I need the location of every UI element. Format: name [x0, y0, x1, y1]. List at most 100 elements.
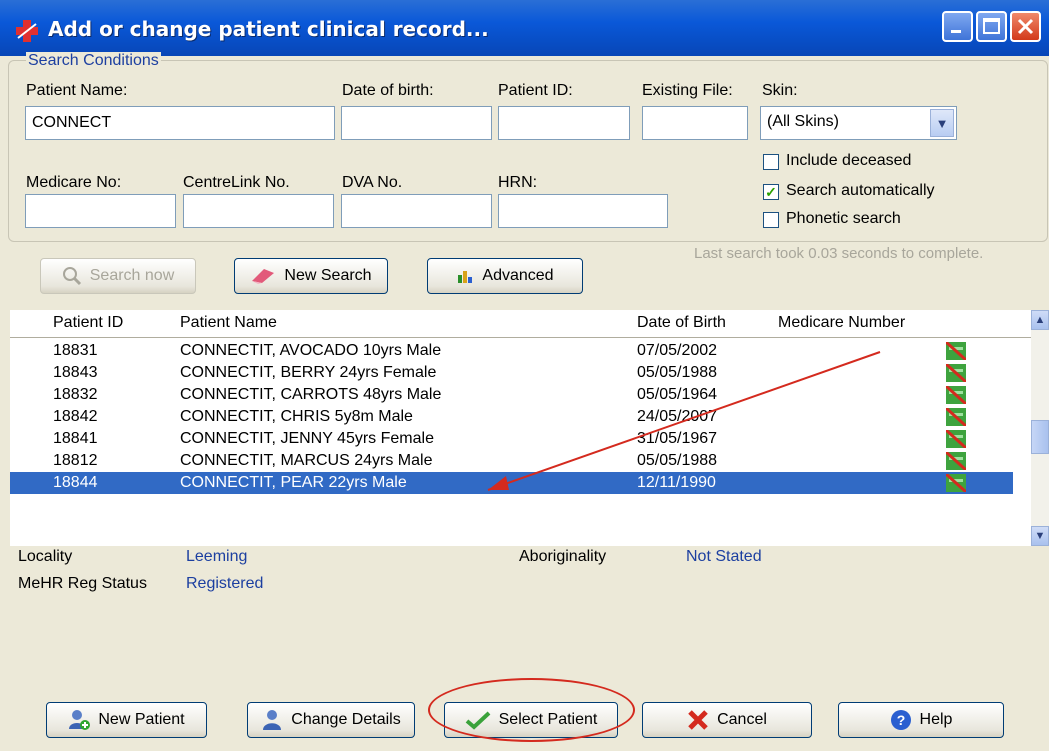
chevron-down-icon[interactable]: ▼ [930, 109, 954, 137]
cancel-button[interactable]: Cancel [642, 702, 812, 738]
cell-dob: 24/05/2007 [637, 408, 718, 425]
no-record-flag-icon [946, 342, 966, 360]
scroll-thumb[interactable] [1031, 420, 1049, 454]
skin-select[interactable]: (All Skins) ▼ [760, 106, 957, 140]
cell-dob: 12/11/1990 [637, 474, 716, 491]
app-icon [16, 20, 38, 42]
maximize-button[interactable] [976, 11, 1007, 42]
chevron-up-icon: ▲ [1034, 314, 1046, 326]
medicare-input[interactable] [25, 194, 176, 228]
select-patient-button[interactable]: Select Patient [444, 702, 618, 738]
change-details-label: Change Details [291, 711, 401, 728]
cell-dob: 07/05/2002 [637, 342, 718, 359]
patient-id-input[interactable] [498, 106, 630, 140]
locality-value: Leeming [186, 548, 248, 565]
checkmark-icon [465, 711, 490, 730]
patient-results-table: Patient ID Patient Name Date of Birth Me… [10, 310, 1032, 546]
skin-select-value: (All Skins) [767, 113, 840, 130]
dva-label: DVA No. [342, 174, 403, 191]
search-now-button[interactable]: Search now [40, 258, 196, 294]
advanced-label: Advanced [482, 267, 554, 284]
new-patient-button[interactable]: New Patient [46, 702, 207, 738]
cell-patient-name: CONNECTIT, CHRIS 5y8m Male [180, 408, 413, 425]
scroll-down-button[interactable]: ▼ [1031, 526, 1049, 546]
cell-patient-id: 18842 [53, 408, 98, 425]
aboriginality-label: Aboriginality [519, 548, 607, 565]
cell-patient-name: CONNECTIT, BERRY 24yrs Female [180, 364, 437, 381]
cell-patient-id: 18841 [53, 430, 98, 447]
cell-patient-id: 18812 [53, 452, 98, 469]
magnifier-icon [62, 267, 81, 286]
hrn-label: HRN: [498, 174, 538, 191]
centrelink-label: CentreLink No. [183, 174, 290, 191]
maximize-icon [983, 18, 1000, 34]
patient-name-input[interactable] [25, 106, 335, 140]
change-details-button[interactable]: Change Details [247, 702, 415, 738]
cancel-x-icon [688, 710, 708, 730]
cell-patient-id: 18844 [53, 474, 98, 491]
cell-patient-name: CONNECTIT, MARCUS 24yrs Male [180, 452, 433, 469]
cell-dob: 31/05/1967 [637, 430, 718, 447]
eraser-icon [252, 269, 275, 284]
minimize-button[interactable] [942, 11, 973, 42]
no-record-flag-icon [946, 452, 966, 470]
existing-file-input[interactable] [642, 106, 748, 140]
window-title: Add or change patient clinical record... [48, 17, 489, 41]
phonetic-search-checkbox[interactable] [763, 212, 779, 228]
scroll-up-button[interactable]: ▲ [1031, 310, 1049, 330]
cancel-label: Cancel [717, 711, 767, 728]
cell-dob: 05/05/1988 [637, 364, 718, 381]
cell-patient-name: CONNECTIT, AVOCADO 10yrs Male [180, 342, 442, 359]
help-button[interactable]: ? Help [838, 702, 1004, 738]
patient-name-label: Patient Name: [26, 82, 128, 99]
table-row[interactable]: 18841 CONNECTIT, JENNY 45yrs Female 31/0… [10, 428, 1013, 450]
user-icon [263, 710, 282, 730]
phonetic-search-label: Phonetic search [786, 210, 901, 227]
centrelink-input[interactable] [183, 194, 334, 228]
include-deceased-checkbox[interactable] [763, 154, 779, 170]
table-row[interactable]: 18843 CONNECTIT, BERRY 24yrs Female 05/0… [10, 362, 1013, 384]
svg-text:?: ? [896, 712, 905, 728]
existing-file-label: Existing File: [642, 82, 733, 99]
vertical-scrollbar[interactable]: ▲ ▼ [1031, 310, 1049, 546]
column-header-medicare-number[interactable]: Medicare Number [778, 314, 905, 332]
dob-input[interactable] [341, 106, 492, 140]
table-row[interactable]: 18812 CONNECTIT, MARCUS 24yrs Male 05/05… [10, 450, 1013, 472]
minimize-icon [951, 30, 961, 33]
search-status-text: Last search took 0.03 seconds to complet… [694, 245, 984, 262]
table-header: Patient ID Patient Name Date of Birth Me… [10, 310, 1032, 338]
column-header-date-of-birth[interactable]: Date of Birth [637, 314, 726, 332]
add-user-icon [69, 710, 91, 730]
chevron-down-icon: ▼ [1034, 530, 1046, 542]
title-bar: Add or change patient clinical record... [0, 0, 1049, 56]
dob-label: Date of birth: [342, 82, 434, 99]
checkmark-icon: ✓ [765, 184, 777, 200]
advanced-button[interactable]: Advanced [427, 258, 583, 294]
column-header-patient-name[interactable]: Patient Name [180, 314, 277, 332]
new-search-label: New Search [284, 267, 372, 284]
help-icon: ? [890, 710, 911, 730]
table-row[interactable]: 18842 CONNECTIT, CHRIS 5y8m Male 24/05/2… [10, 406, 1013, 428]
table-row[interactable]: 18831 CONNECTIT, AVOCADO 10yrs Male 07/0… [10, 340, 1013, 362]
table-row[interactable]: 18832 CONNECTIT, CARROTS 48yrs Male 05/0… [10, 384, 1013, 406]
table-row-selected[interactable]: 18844 CONNECTIT, PEAR 22yrs Male 12/11/1… [10, 472, 1013, 494]
close-button[interactable] [1010, 11, 1041, 42]
cell-patient-id: 18843 [53, 364, 98, 381]
cell-patient-id: 18831 [53, 342, 98, 359]
cell-patient-name: CONNECTIT, PEAR 22yrs Male [180, 474, 407, 491]
hrn-input[interactable] [498, 194, 668, 228]
new-search-button[interactable]: New Search [234, 258, 388, 294]
advanced-icon [458, 271, 473, 283]
search-conditions-legend: Search Conditions [26, 52, 161, 70]
search-now-label: Search now [89, 267, 175, 284]
dva-input[interactable] [341, 194, 492, 228]
cell-dob: 05/05/1964 [637, 386, 718, 403]
mehr-status-value: Registered [186, 575, 264, 592]
include-deceased-label: Include deceased [786, 152, 912, 169]
column-header-patient-id[interactable]: Patient ID [53, 314, 123, 332]
search-automatically-checkbox[interactable]: ✓ [763, 184, 779, 200]
locality-label: Locality [18, 548, 73, 565]
help-label: Help [919, 711, 953, 728]
search-automatically-label: Search automatically [786, 182, 935, 199]
aboriginality-value: Not Stated [686, 548, 762, 565]
